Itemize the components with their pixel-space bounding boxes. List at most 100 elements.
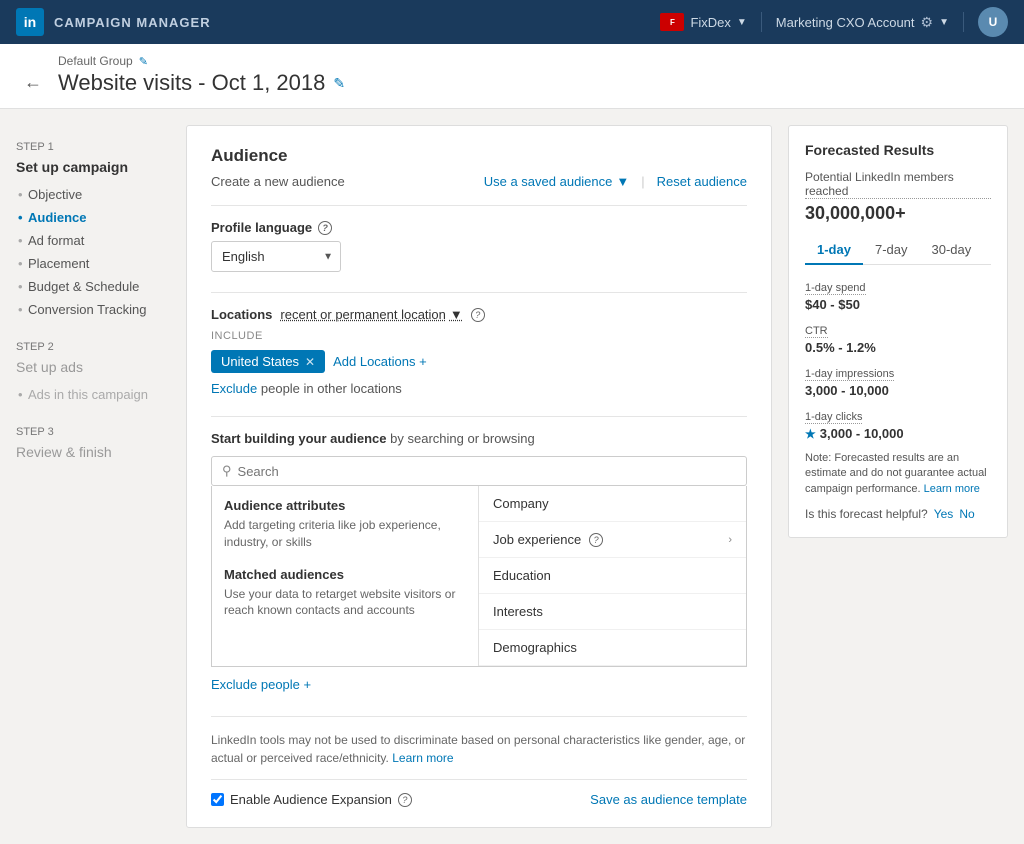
audience-subheader: Create a new audience Use a saved audien… xyxy=(211,174,747,189)
locations-label: Locations xyxy=(211,307,272,322)
sidebar: Step 1 Set up campaign Objective Audienc… xyxy=(0,125,170,828)
spend-label: 1-day spend xyxy=(805,282,866,295)
audience-menu: Company Job experience ? › Education xyxy=(479,486,746,666)
exclude-link[interactable]: Exclude xyxy=(211,381,257,396)
ctr-value: 0.5% - 1.2% xyxy=(805,340,991,355)
sidebar-step2: Step 2 Set up ads Ads in this campaign xyxy=(16,341,170,406)
breadcrumb-edit-icon[interactable]: ✎ xyxy=(139,55,148,68)
step3-title: Review & finish xyxy=(16,444,170,460)
menu-item-job-experience[interactable]: Job experience ? › xyxy=(479,522,746,558)
audience-search-box: ⚲ xyxy=(211,456,747,486)
main-panel: Audience Create a new audience Use a sav… xyxy=(186,125,772,828)
sidebar-item-placement[interactable]: Placement xyxy=(16,252,170,275)
helpful-yes-button[interactable]: Yes xyxy=(934,507,954,521)
clicks-stat: 1-day clicks ★ 3,000 - 10,000 xyxy=(805,408,991,441)
location-tag-remove-icon[interactable]: ✕ xyxy=(305,355,315,369)
step1-label: Step 1 xyxy=(16,141,170,153)
user-avatar[interactable]: U xyxy=(978,7,1008,37)
tab-30day[interactable]: 30-day xyxy=(920,236,984,265)
disclaimer-learn-more[interactable]: Learn more xyxy=(392,751,453,765)
audience-left-panel: Audience attributes Add targeting criter… xyxy=(212,486,479,666)
audience-attributes-desc: Add targeting criteria like job experien… xyxy=(224,517,466,551)
use-saved-audience-button[interactable]: Use a saved audience ▼ xyxy=(484,174,630,189)
reset-audience-button[interactable]: Reset audience xyxy=(657,174,747,189)
sidebar-item-conversion[interactable]: Conversion Tracking xyxy=(16,298,170,321)
step3-label: Step 3 xyxy=(16,426,170,438)
location-tag-us: United States ✕ xyxy=(211,350,325,373)
language-select[interactable]: English xyxy=(211,241,341,272)
menu-item-demographics[interactable]: Demographics xyxy=(479,630,746,666)
account-chevron-icon: ▼ xyxy=(737,17,747,28)
linkedin-logo: in xyxy=(16,8,44,36)
sidebar-item-objective[interactable]: Objective xyxy=(16,183,170,206)
job-experience-label-group: Job experience ? xyxy=(493,532,603,547)
location-type-button[interactable]: recent or permanent location ▼ xyxy=(280,307,462,322)
sidebar-item-audience[interactable]: Audience xyxy=(16,206,170,229)
menu-item-demographics-label: Demographics xyxy=(493,640,577,655)
forecast-panel: Forecasted Results Potential LinkedIn me… xyxy=(788,125,1008,538)
locations-help-icon[interactable]: ? xyxy=(471,308,485,322)
profile-language-help-icon[interactable]: ? xyxy=(318,221,332,235)
audience-search-input[interactable] xyxy=(238,464,736,479)
divider2 xyxy=(211,292,747,293)
job-experience-help-icon[interactable]: ? xyxy=(589,533,603,547)
sidebar-item-budget[interactable]: Budget & Schedule xyxy=(16,275,170,298)
step2-label: Step 2 xyxy=(16,341,170,353)
enable-expansion-text: Enable Audience Expansion xyxy=(230,792,392,807)
menu-item-interests[interactable]: Interests xyxy=(479,594,746,630)
menu-item-company-label: Company xyxy=(493,496,549,511)
enable-expansion-label[interactable]: Enable Audience Expansion ? xyxy=(211,792,412,807)
exclude-people-button[interactable]: Exclude people + xyxy=(211,667,311,702)
step2-title: Set up ads xyxy=(16,359,170,375)
breadcrumb: Default Group ✎ xyxy=(58,54,345,68)
marketing-account[interactable]: Marketing CXO Account ⚙ ▼ xyxy=(776,14,949,31)
nav-divider xyxy=(761,12,762,32)
account-selector[interactable]: F FixDex ▼ xyxy=(660,13,746,31)
impressions-label: 1-day impressions xyxy=(805,368,894,381)
create-audience-label: Create a new audience xyxy=(211,174,345,189)
builder-label-end: by searching or browsing xyxy=(390,431,535,446)
profile-language-section: Profile language ? English ▼ xyxy=(211,220,747,272)
add-location-button[interactable]: Add Locations + xyxy=(333,354,427,369)
impressions-value: 3,000 - 10,000 xyxy=(805,383,991,398)
menu-item-company[interactable]: Company xyxy=(479,486,746,522)
language-select-wrapper: English ▼ xyxy=(211,241,341,272)
matched-audiences-section[interactable]: Matched audiences Use your data to retar… xyxy=(224,567,466,620)
marketing-chevron-icon: ▼ xyxy=(939,17,949,28)
step1-title: Set up campaign xyxy=(16,159,170,175)
sidebar-item-ads[interactable]: Ads in this campaign xyxy=(16,383,170,406)
page-header: ← Default Group ✎ Website visits - Oct 1… xyxy=(0,44,1024,109)
tab-1day[interactable]: 1-day xyxy=(805,236,863,265)
menu-item-education[interactable]: Education xyxy=(479,558,746,594)
account-name: FixDex xyxy=(690,15,730,30)
enable-expansion-checkbox[interactable] xyxy=(211,793,224,806)
location-tag-text: United States xyxy=(221,354,299,369)
ctr-stat: CTR 0.5% - 1.2% xyxy=(805,322,991,355)
audience-grid: Audience attributes Add targeting criter… xyxy=(211,486,747,667)
search-icon: ⚲ xyxy=(222,463,232,479)
back-button[interactable]: ← xyxy=(24,72,42,93)
step2-items: Ads in this campaign xyxy=(16,383,170,406)
tab-7day[interactable]: 7-day xyxy=(863,236,920,265)
sidebar-step1: Step 1 Set up campaign Objective Audienc… xyxy=(16,141,170,321)
audience-builder-section: Start building your audience by searchin… xyxy=(211,431,747,667)
title-edit-icon[interactable]: ✎ xyxy=(333,75,345,92)
sidebar-item-adformat[interactable]: Ad format xyxy=(16,229,170,252)
spend-stat: 1-day spend $40 - $50 xyxy=(805,279,991,312)
audience-attributes-section[interactable]: Audience attributes Add targeting criter… xyxy=(224,498,466,551)
include-label: INCLUDE xyxy=(211,330,747,342)
spend-value: $40 - $50 xyxy=(805,297,991,312)
menu-item-interests-label: Interests xyxy=(493,604,543,619)
expansion-help-icon[interactable]: ? xyxy=(398,793,412,807)
helpful-no-button[interactable]: No xyxy=(959,507,974,521)
save-template-button[interactable]: Save as audience template xyxy=(590,792,747,807)
profile-language-label: Profile language ? xyxy=(211,220,747,235)
saved-audience-chevron-icon: ▼ xyxy=(616,174,629,189)
exclude-people-text: people in other locations xyxy=(261,381,402,396)
topnav: in CAMPAIGN MANAGER F FixDex ▼ Marketing… xyxy=(0,0,1024,44)
matched-audiences-desc: Use your data to retarget website visito… xyxy=(224,586,466,620)
account-flag-icon: F xyxy=(660,13,684,31)
forecast-learn-more[interactable]: Learn more xyxy=(924,483,980,495)
forecast-note: Note: Forecasted results are an estimate… xyxy=(805,451,991,497)
clicks-star-icon: ★ xyxy=(805,427,816,441)
